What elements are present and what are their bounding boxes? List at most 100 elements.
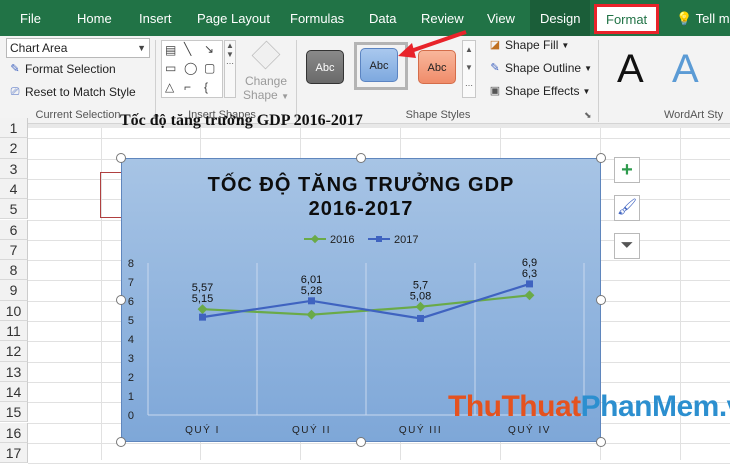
format-selection-label: Format Selection: [25, 62, 116, 76]
group-label-shape-styles: Shape Styles: [405, 109, 471, 121]
chart-title-line-2[interactable]: 2016-2017: [309, 198, 414, 220]
dialog-launcher-icon[interactable]: ⬊: [584, 110, 592, 121]
tab-format[interactable]: Format: [594, 4, 660, 34]
data-point-2016: [306, 309, 317, 320]
row-header[interactable]: 14: [0, 381, 28, 403]
x-category-label: QUÝ II: [292, 423, 331, 436]
plus-icon: +: [621, 159, 633, 181]
x-category-label: QUÝ III: [399, 423, 442, 436]
row-header[interactable]: 17: [0, 442, 28, 464]
resize-handle-top-left[interactable]: [116, 153, 126, 163]
row-header[interactable]: 16: [0, 422, 28, 443]
tab-review[interactable]: Review: [421, 0, 464, 36]
text-box-shape-icon[interactable]: ▤: [165, 43, 176, 57]
tab-insert[interactable]: Insert: [139, 0, 172, 36]
row-header[interactable]: 9: [0, 280, 28, 301]
row-header[interactable]: 5: [0, 199, 28, 220]
x-category-label: QUÝ I: [185, 423, 220, 436]
row-header[interactable]: 6: [0, 219, 28, 240]
reset-to-match-style-label: Reset to Match Style: [25, 85, 136, 99]
tab-design[interactable]: Design: [530, 0, 591, 36]
shape-fill-label: Shape Fill: [505, 38, 559, 52]
resize-handle-bottom-middle[interactable]: [356, 437, 366, 447]
row-header[interactable]: 10: [0, 300, 28, 321]
line-shape-icon[interactable]: ╲: [184, 42, 191, 56]
shape-fill-button[interactable]: ◪ Shape Fill ▼: [488, 38, 570, 52]
row-header[interactable]: 11: [0, 321, 28, 342]
column-header-strip: [0, 124, 730, 128]
wordart-style-blue[interactable]: A: [672, 46, 699, 92]
rectangle-shape-icon[interactable]: ▭: [165, 61, 176, 75]
row-header[interactable]: 12: [0, 341, 28, 362]
resize-handle-middle-right[interactable]: [596, 295, 606, 305]
shapes-gallery-scroll[interactable]: ▲ ▼ ⋯: [224, 40, 236, 98]
shape-style-gray[interactable]: Abc: [306, 50, 344, 84]
arrow-line-shape-icon[interactable]: ↘: [204, 42, 214, 56]
chevron-down-icon: ▼: [137, 43, 146, 53]
resize-handle-bottom-left[interactable]: [116, 437, 126, 447]
grid-row-line: [28, 138, 730, 140]
wordart-style-black[interactable]: A: [617, 46, 644, 92]
tell-me-box[interactable]: 💡 Tell me: [676, 0, 730, 36]
tab-data[interactable]: Data: [369, 0, 396, 36]
chart-element-selector[interactable]: Chart Area ▼: [6, 38, 150, 58]
y-tick-label: 3: [128, 353, 134, 365]
data-point-2016: [524, 290, 535, 301]
tab-formulas[interactable]: Formulas: [290, 0, 344, 36]
chevron-down-icon: ▼: [561, 40, 570, 50]
paint-bucket-icon: ◪: [489, 39, 501, 51]
shape-effects-button[interactable]: ▣ Shape Effects ▼: [488, 84, 591, 98]
shape-style-orange[interactable]: Abc: [418, 50, 456, 84]
shape-style-blue[interactable]: Abc: [360, 48, 398, 82]
oval-shape-icon[interactable]: ◯: [184, 61, 197, 75]
row-header[interactable]: 3: [0, 158, 28, 179]
format-selection-icon: ✎: [10, 63, 20, 75]
bracket-shape-icon[interactable]: {: [204, 80, 208, 94]
change-shape-icon: [251, 40, 281, 70]
chart-filters-button[interactable]: ⏷: [614, 233, 640, 259]
chart-legend[interactable]: 2016 2017: [304, 234, 418, 246]
triangle-shape-icon[interactable]: △: [165, 80, 174, 94]
row-header[interactable]: 13: [0, 361, 28, 382]
sheet-title-cell[interactable]: Tốc độ tăng trưởng GDP 2016-2017: [120, 112, 363, 130]
reset-to-match-style-button[interactable]: ⎚ Reset to Match Style: [8, 85, 136, 99]
resize-handle-top-right[interactable]: [596, 153, 606, 163]
change-shape-label-1: Change: [244, 74, 288, 88]
shape-styles-gallery-scroll[interactable]: ▲ ▼ ⋯: [462, 40, 476, 98]
tab-file[interactable]: File: [20, 0, 41, 36]
row-header[interactable]: 2: [0, 138, 28, 159]
connector-shape-icon[interactable]: ⌐: [184, 80, 191, 94]
tab-home[interactable]: Home: [77, 0, 112, 36]
add-chart-element-button[interactable]: +: [614, 157, 640, 183]
y-tick-label: 0: [128, 410, 134, 422]
data-label-2016: 5,28: [301, 285, 322, 297]
row-header[interactable]: 1: [0, 118, 28, 139]
resize-handle-top-middle[interactable]: [356, 153, 366, 163]
data-point-2017: [526, 280, 533, 288]
resize-handle-middle-left[interactable]: [116, 295, 126, 305]
legend-label-2017: 2017: [394, 234, 418, 246]
y-tick-label: 8: [128, 258, 134, 270]
row-header[interactable]: 15: [0, 402, 28, 423]
lightbulb-icon: 💡: [676, 11, 693, 26]
resize-handle-bottom-right[interactable]: [596, 437, 606, 447]
row-header[interactable]: 4: [0, 178, 28, 200]
tab-view[interactable]: View: [487, 0, 515, 36]
ribbon-body: Chart Area ▼ ✎ Format Selection ⎚ Reset …: [0, 36, 730, 124]
format-selection-button[interactable]: ✎ Format Selection: [8, 62, 116, 76]
chevron-down-icon: ▼: [584, 63, 592, 73]
row-header[interactable]: 7: [0, 239, 28, 261]
change-shape-button: Change Shape ▼: [242, 40, 290, 104]
pen-outline-icon: ✎: [490, 62, 500, 74]
chart-title-line-1[interactable]: TỐC ĐỘ TĂNG TRƯỞNG GDP: [208, 172, 515, 196]
rounded-rectangle-shape-icon[interactable]: ▢: [204, 61, 215, 75]
group-divider: [155, 40, 156, 122]
tab-page-layout[interactable]: Page Layout: [197, 0, 270, 36]
shape-outline-button[interactable]: ✎ Shape Outline ▼: [488, 61, 592, 75]
shapes-gallery[interactable]: ▤ ╲ ↘ ▭ ◯ ▢ △ ⌐ {: [161, 40, 223, 98]
chart-styles-button[interactable]: 🖌: [614, 195, 640, 221]
row-header[interactable]: 8: [0, 260, 28, 281]
data-point-2016: [415, 301, 426, 312]
y-tick-label: 5: [128, 315, 134, 327]
y-tick-label: 7: [128, 277, 134, 289]
